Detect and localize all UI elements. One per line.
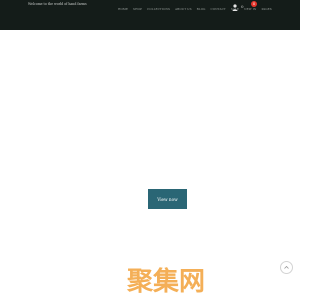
chevron-up-icon <box>284 265 289 269</box>
welcome-text: Welcome to the world of hand farms <box>28 2 87 6</box>
view-now-button[interactable]: View now <box>148 189 187 209</box>
nav-item-collections[interactable]: COLLECTIONS <box>147 7 170 11</box>
nav-item-shop[interactable]: SHOP <box>133 7 142 11</box>
watermark-logo: 聚集网 <box>126 266 205 297</box>
user-icon[interactable] <box>232 4 238 11</box>
scroll-top-button[interactable] <box>280 261 293 274</box>
top-header: Welcome to the world of hand farms HOME … <box>0 0 300 30</box>
nav-item-about[interactable]: ABOUT US <box>175 7 192 11</box>
nav-item-new-in[interactable]: NEW IN <box>244 7 256 11</box>
watermark-text: 聚集网 <box>126 266 205 297</box>
nav-item-contact[interactable]: CONTACT <box>211 7 226 11</box>
nav-item-pages[interactable]: PAGES <box>261 7 271 11</box>
main-nav: HOME SHOP COLLECTIONS ABOUT US BLOG CONT… <box>118 7 272 11</box>
cart-count[interactable]: 0 <box>241 4 244 9</box>
cart-badge: 0 <box>251 1 257 7</box>
nav-item-home[interactable]: HOME <box>118 7 128 11</box>
nav-item-blog[interactable]: BLOG <box>197 7 206 11</box>
